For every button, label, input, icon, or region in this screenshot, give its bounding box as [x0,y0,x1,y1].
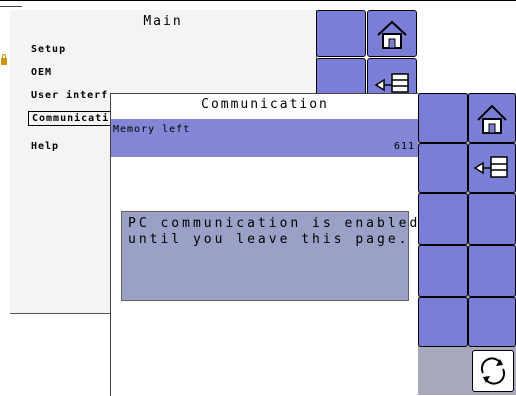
pc-communication-message: PC communication is enabled until you le… [121,211,417,301]
menu-item-communication[interactable]: Communicati [28,111,114,126]
comm-side-button-4[interactable] [468,193,516,245]
main-side-button-1[interactable] [316,10,366,57]
message-text: PC communication is enabled until you le… [128,216,421,247]
home-icon [377,20,407,49]
main-back-button[interactable] [367,58,417,98]
comm-home-button[interactable] [468,93,516,143]
menu-item-help[interactable]: Help [31,141,59,152]
communication-title: Communication [201,97,329,112]
comm-side-button-8[interactable] [468,297,516,347]
comm-side-button-2[interactable] [418,143,468,193]
back-list-icon [374,73,409,93]
memory-left-value: 611 [393,141,415,152]
home-icon [477,104,507,134]
comm-side-button-5[interactable] [418,245,468,297]
communication-window: Communication Memory left 611 PC communi… [110,93,419,396]
refresh-icon [480,357,506,385]
top-border [0,0,516,1]
menu-item-setup[interactable]: Setup [31,44,66,55]
main-side-button-2[interactable] [316,58,366,98]
menu-item-user-interface[interactable]: User interf [31,90,108,101]
comm-back-button[interactable] [468,143,516,193]
comm-side-button-7[interactable] [418,297,468,347]
comm-side-button-1[interactable] [418,93,468,143]
comm-side-button-6[interactable] [468,245,516,297]
comm-side-button-3[interactable] [418,193,468,245]
window-tab [0,0,22,7]
memory-left-label: Memory left [113,124,191,135]
refresh-button[interactable] [472,350,514,392]
main-title: Main [143,14,183,29]
main-home-button[interactable] [367,10,417,57]
back-list-icon [473,156,508,178]
lock-icon [1,54,7,65]
memory-left-row[interactable]: Memory left 611 [111,119,419,157]
menu-item-oem[interactable]: OEM [31,67,52,78]
